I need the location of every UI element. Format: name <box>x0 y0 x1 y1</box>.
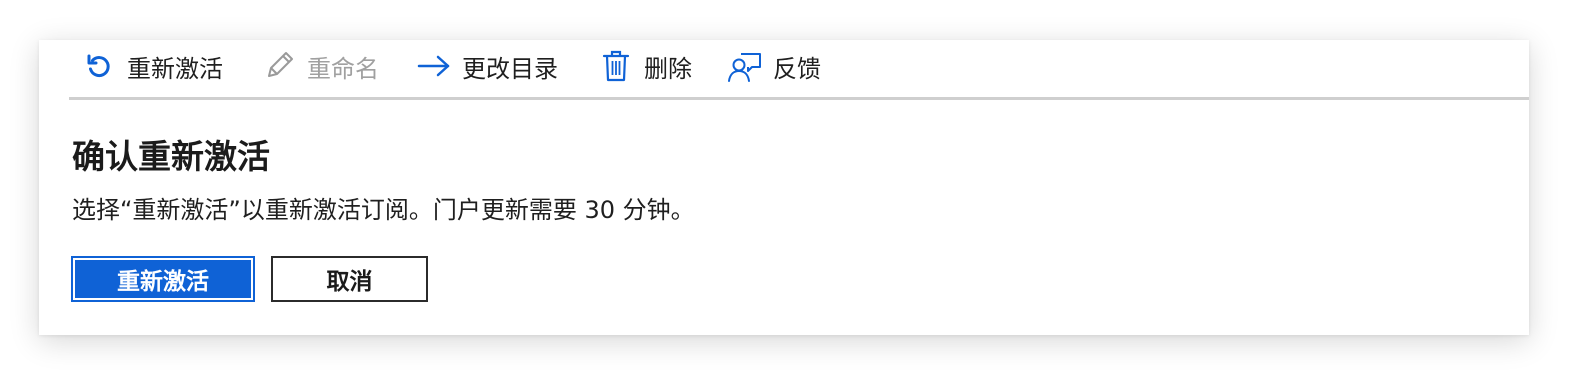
feedback-toolbar-label: 反馈 <box>773 54 821 83</box>
toolbar-divider <box>69 97 1529 100</box>
delete-toolbar-label: 删除 <box>644 54 692 83</box>
cancel-button[interactable]: 取消 <box>271 256 428 302</box>
dialog-description: 选择“重新激活”以重新激活订阅。门户更新需要 30 分钟。 <box>72 196 695 224</box>
rename-toolbar-label: 重命名 <box>307 54 379 83</box>
rename-toolbar-button[interactable]: 重命名 <box>261 44 379 88</box>
delete-toolbar-button[interactable]: 删除 <box>598 44 692 88</box>
feedback-person-icon <box>727 48 763 84</box>
feedback-toolbar-button[interactable]: 反馈 <box>727 44 821 88</box>
reactivate-dialog-card: 重新激活 重命名 更改目录 删除 反馈 确认重新激活 选择“重新激活”以重新激活… <box>39 40 1529 335</box>
arrow-right-icon <box>416 48 452 84</box>
command-toolbar: 重新激活 重命名 更改目录 删除 反馈 <box>39 40 1529 98</box>
refresh-icon <box>81 48 117 84</box>
reactivate-toolbar-button[interactable]: 重新激活 <box>81 44 223 88</box>
reactivate-toolbar-label: 重新激活 <box>127 54 223 83</box>
change-directory-toolbar-button[interactable]: 更改目录 <box>416 44 558 88</box>
confirm-reactivate-button[interactable]: 重新激活 <box>71 256 255 302</box>
trash-icon <box>598 48 634 84</box>
change-directory-toolbar-label: 更改目录 <box>462 54 558 83</box>
pencil-icon <box>261 48 297 84</box>
dialog-title: 确认重新激活 <box>72 137 270 176</box>
